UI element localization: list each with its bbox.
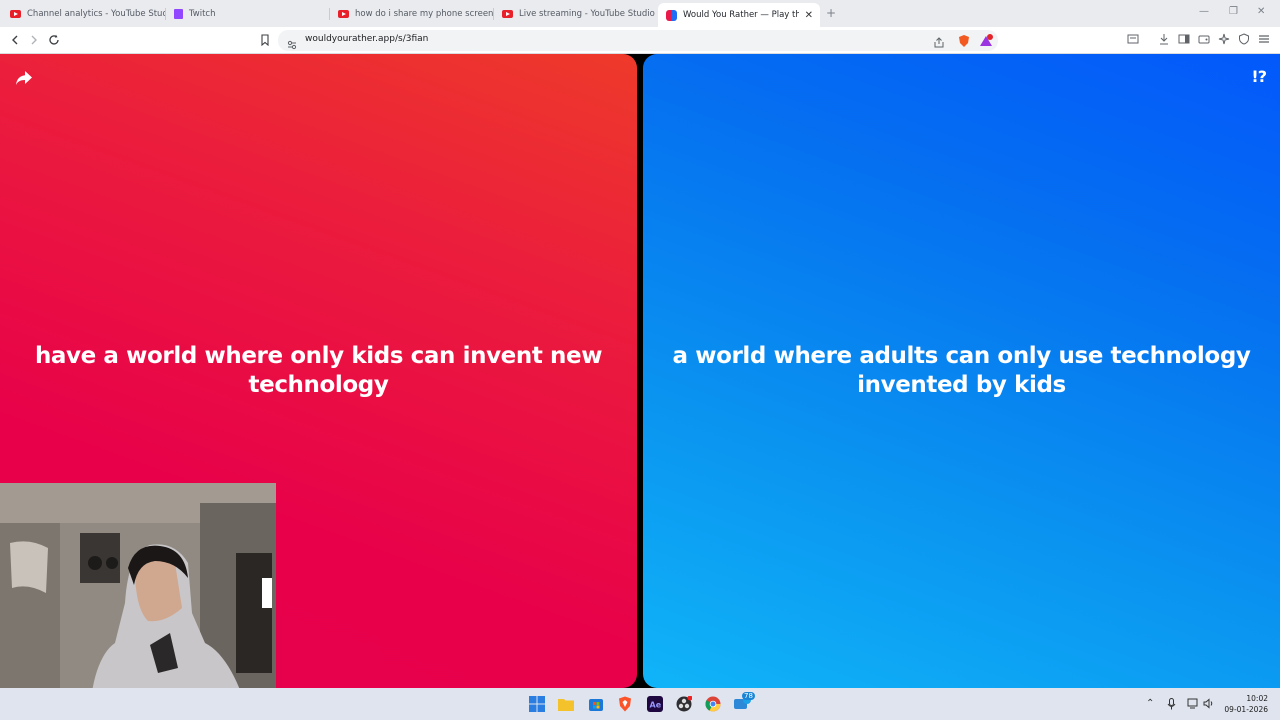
browser-tab-strip: Channel analytics - YouTube Studio Twitc… bbox=[0, 0, 1280, 27]
close-window-icon[interactable]: ✕ bbox=[1257, 6, 1265, 17]
close-tab-icon[interactable]: ✕ bbox=[805, 10, 813, 21]
brave-rewards-icon[interactable] bbox=[979, 33, 993, 52]
share-icon[interactable] bbox=[14, 68, 34, 88]
windows-start-icon[interactable] bbox=[528, 695, 546, 713]
leo-ai-icon[interactable] bbox=[1217, 32, 1231, 46]
share-page-icon[interactable] bbox=[933, 34, 945, 53]
volume-icon[interactable] bbox=[1203, 698, 1215, 712]
show-hidden-icons-icon[interactable]: ⌃ bbox=[1146, 698, 1154, 709]
bookmark-icon[interactable] bbox=[256, 31, 274, 49]
sidebar-icon[interactable] bbox=[1177, 32, 1191, 46]
reader-mode-icon[interactable] bbox=[1126, 32, 1140, 46]
microphone-icon[interactable] bbox=[1167, 698, 1176, 713]
option-b-text: a world where adults can only use techno… bbox=[672, 343, 1251, 398]
new-tab-button[interactable]: + bbox=[826, 6, 836, 20]
tab-youtube-analytics[interactable]: Channel analytics - YouTube Studio bbox=[2, 3, 166, 25]
youtube-icon bbox=[502, 10, 513, 18]
tab-title: Would You Rather — Play the Or bbox=[683, 10, 799, 20]
back-icon[interactable] bbox=[6, 31, 24, 49]
chrome-icon[interactable] bbox=[704, 695, 722, 713]
clock-time: 10:02 bbox=[1246, 694, 1268, 703]
tab-title: Twitch bbox=[189, 9, 216, 19]
forward-icon[interactable] bbox=[25, 31, 43, 49]
wallet-icon[interactable] bbox=[1197, 32, 1211, 46]
minimize-icon[interactable]: — bbox=[1199, 6, 1209, 17]
brave-shields-icon[interactable] bbox=[957, 33, 971, 52]
browser-toolbar: wouldyourather.app/s/3fian bbox=[0, 27, 1280, 54]
microsoft-store-icon[interactable] bbox=[587, 695, 605, 713]
after-effects-icon[interactable]: Ae bbox=[646, 695, 664, 713]
twitch-icon bbox=[174, 9, 183, 19]
tab-twitch[interactable]: Twitch bbox=[166, 3, 330, 25]
reload-icon[interactable] bbox=[45, 31, 63, 49]
taskbar: Ae 78 ⌃ 10:02 09-01-2026 bbox=[0, 688, 1280, 720]
system-clock[interactable]: 10:02 09-01-2026 bbox=[1224, 693, 1268, 715]
youtube-icon bbox=[338, 10, 349, 18]
tab-youtube-search[interactable]: how do i share my phone screen to s bbox=[330, 3, 494, 25]
download-icon[interactable] bbox=[1157, 32, 1171, 46]
svg-text:Ae: Ae bbox=[650, 701, 662, 710]
help-button[interactable]: !? bbox=[1251, 67, 1267, 86]
webcam-feed-image bbox=[0, 483, 276, 720]
messaging-app-icon[interactable]: 78 bbox=[734, 692, 755, 713]
tab-youtube-live[interactable]: Live streaming - YouTube Studio bbox=[494, 3, 658, 25]
network-icon[interactable] bbox=[1187, 698, 1199, 712]
obs-studio-icon[interactable] bbox=[675, 695, 693, 713]
option-b-card[interactable]: !? a world where adults can only use tec… bbox=[643, 54, 1280, 688]
clock-date: 09-01-2026 bbox=[1224, 705, 1268, 714]
address-bar[interactable]: wouldyourather.app/s/3fian bbox=[278, 30, 998, 51]
menu-icon[interactable] bbox=[1257, 32, 1271, 46]
youtube-icon bbox=[10, 10, 21, 18]
tab-would-you-rather[interactable]: Would You Rather — Play the Or ✕ bbox=[658, 3, 820, 27]
site-settings-icon[interactable] bbox=[287, 35, 297, 54]
url-text[interactable]: wouldyourather.app/s/3fian bbox=[305, 34, 428, 44]
brave-browser-icon[interactable] bbox=[616, 695, 634, 713]
tab-title: Channel analytics - YouTube Studio bbox=[27, 9, 166, 19]
would-you-rather-icon bbox=[666, 9, 677, 21]
notification-badge: 78 bbox=[742, 692, 755, 700]
option-a-text: have a world where only kids can invent … bbox=[34, 343, 603, 398]
tab-title: Live streaming - YouTube Studio bbox=[519, 9, 655, 19]
vpn-icon[interactable] bbox=[1237, 32, 1251, 46]
file-explorer-icon[interactable] bbox=[557, 695, 575, 713]
restore-icon[interactable]: ❐ bbox=[1229, 6, 1238, 17]
webcam-overlay bbox=[0, 483, 276, 720]
tab-title: how do i share my phone screen to s bbox=[355, 9, 494, 19]
